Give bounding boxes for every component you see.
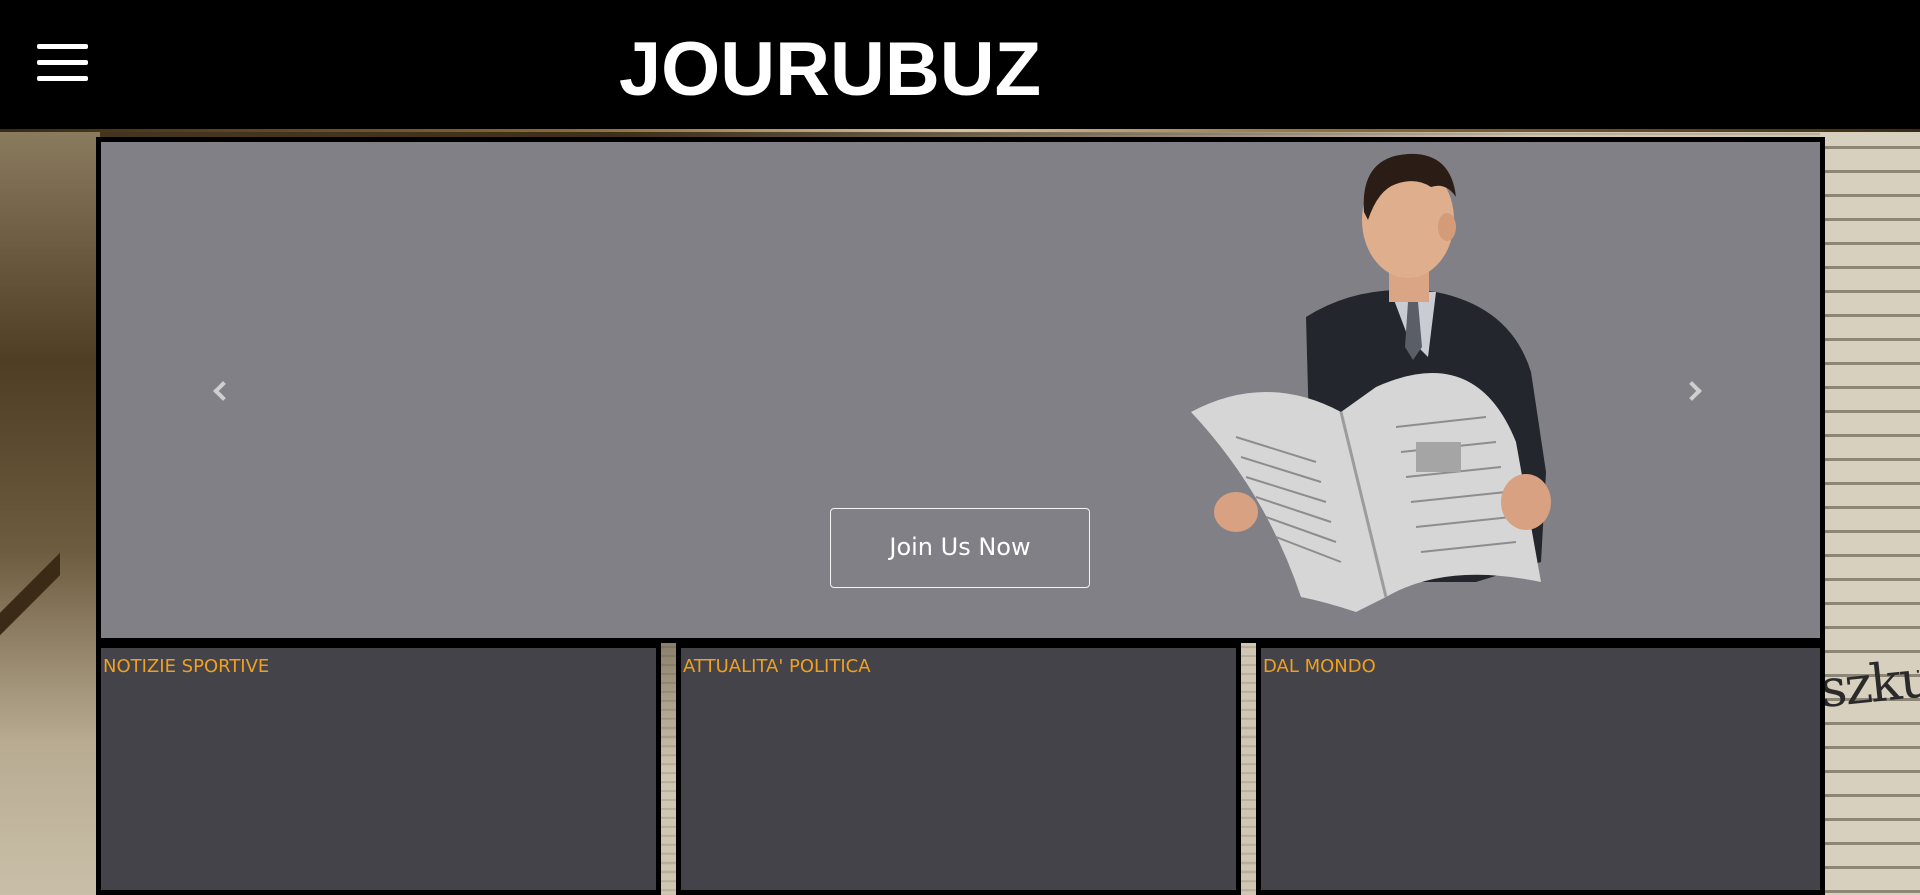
category-cards: NOTIZIE SPORTIVE ATTUALITA' POLITICA DAL… [96,643,1825,895]
carousel-slide: Join Us Now [101,142,1820,638]
join-us-button[interactable]: Join Us Now [830,508,1090,588]
background-newspaper-left [0,132,100,895]
category-card-sport[interactable]: NOTIZIE SPORTIVE [96,643,661,895]
category-card-body: ATTUALITA' POLITICA [681,648,1236,890]
man-reading-newspaper-image [1191,153,1551,612]
carousel-prev-button[interactable] [208,376,238,406]
category-card-body: NOTIZIE SPORTIVE [101,648,656,890]
background-newspaper-text: szku [1817,649,1920,721]
category-title[interactable]: NOTIZIE SPORTIVE [103,656,656,678]
chevron-right-icon [1682,381,1702,401]
category-card-politics[interactable]: ATTUALITA' POLITICA [676,643,1241,895]
ear [1438,213,1456,241]
newspaper-chart [1416,442,1461,472]
carousel-next-button[interactable] [1677,376,1707,406]
hero-carousel: Join Us Now [96,137,1825,643]
chevron-left-icon [213,381,233,401]
site-title[interactable]: JOURUBUZ [0,25,1790,115]
left-hand [1214,492,1258,532]
background-newspaper-right [1820,132,1920,895]
category-card-world[interactable]: DAL MONDO [1256,643,1825,895]
category-title[interactable]: ATTUALITA' POLITICA [683,656,1236,678]
category-title[interactable]: DAL MONDO [1263,656,1820,678]
category-card-body: DAL MONDO [1261,648,1820,890]
site-header: JOURUBUZ [0,0,1920,132]
right-hand [1501,474,1551,530]
